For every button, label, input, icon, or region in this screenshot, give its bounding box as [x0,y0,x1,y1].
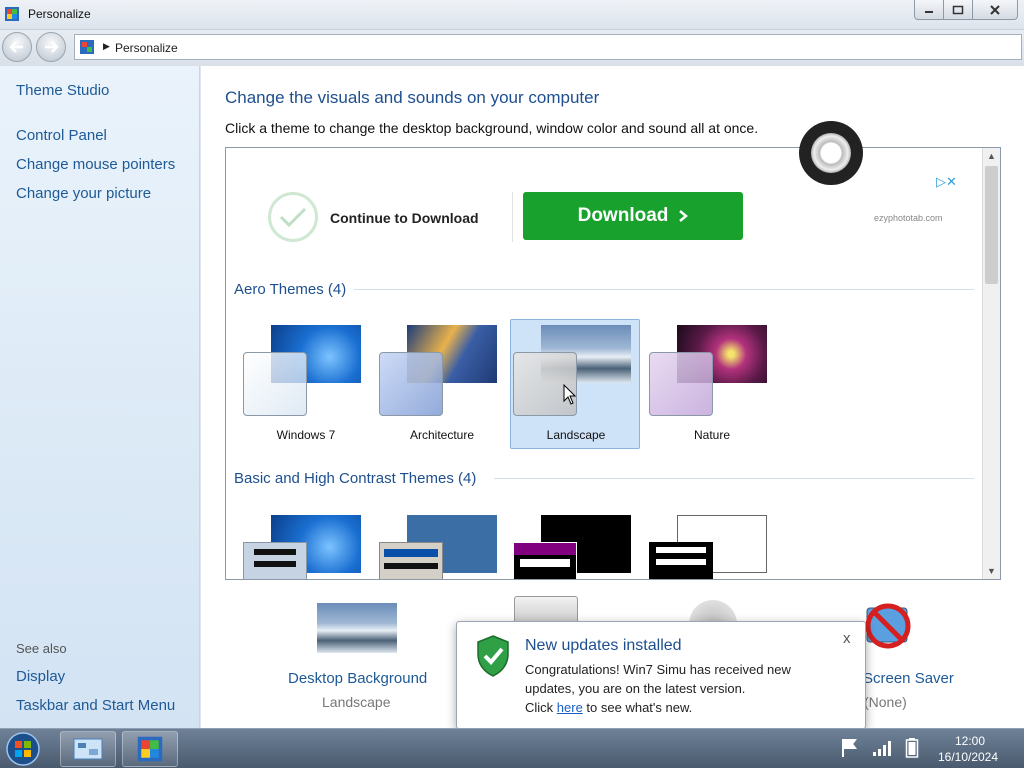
minimize-icon [925,10,933,13]
notification-body-line1: Congratulations! Win7 Simu has received … [525,662,791,677]
control-panel-icon [73,738,103,760]
taskbar-app-personalize[interactable] [122,731,178,767]
navigation-bar: ▶ Personalize [0,30,1024,66]
personalize-app-icon [5,7,19,21]
theme-high-contrast-black[interactable] [510,509,640,579]
sidebar-link-theme-studio[interactable]: Theme Studio [16,82,109,99]
theme-label: Nature [693,428,731,442]
theme-high-contrast-white[interactable] [646,509,776,579]
sidebar-link-control-panel[interactable]: Control Panel [16,127,107,144]
ad-download-button[interactable]: Download [523,192,743,240]
notification-title: New updates installed [525,637,682,654]
window-preview-icon [513,542,577,579]
window-preview-icon [649,352,713,416]
ad-divider [512,192,513,242]
personalize-icon [137,736,163,762]
theme-nature[interactable]: Nature [646,319,776,449]
security-shield-icon [477,635,509,677]
back-button[interactable] [2,32,32,62]
forward-button[interactable] [36,32,66,62]
ad-download-label: Download [577,205,669,226]
network-signal-icon[interactable] [872,739,894,757]
theme-windows-classic[interactable] [376,509,506,579]
page-title: Change the visuals and sounds on your co… [225,88,600,107]
restore-icon [952,5,964,14]
chevron-right-icon [679,210,689,222]
clock-time[interactable]: 12:00 [940,734,1000,748]
theme-windows7-basic[interactable] [240,509,370,579]
close-button[interactable] [972,0,1018,20]
theme-architecture[interactable]: Architecture [376,319,506,449]
aero-themes-title: Aero Themes (4) [234,281,347,298]
minimize-button[interactable] [914,0,944,20]
arrow-left-icon [9,41,23,53]
ad-continue-label[interactable]: Continue to Download [330,210,479,226]
theme-label: Landscape [546,428,606,442]
basic-themes-title: Basic and High Contrast Themes (4) [234,470,477,487]
start-button[interactable] [2,730,44,768]
breadcrumb[interactable]: Personalize [115,41,178,55]
action-center-flag-icon[interactable] [840,737,858,759]
clock-date[interactable]: 16/10/2024 [930,750,1006,764]
window-title: Personalize [28,7,91,21]
check-circle-icon [268,192,318,242]
window-preview-icon [243,352,307,416]
theme-label: Architecture [409,428,475,442]
sidebar-link-mouse-pointers[interactable]: Change mouse pointers [16,156,175,173]
taskbar: 12:00 16/10/2024 [0,728,1024,768]
theme-landscape[interactable]: Landscape [510,319,640,449]
theme-windows7[interactable]: Windows 7 [240,319,370,449]
scroll-thumb[interactable] [985,166,998,284]
notification-body-line3: Click here to see what's new. [525,700,692,715]
page-subtitle: Click a theme to change the desktop back… [225,120,759,136]
see-also-label: See also [16,641,67,656]
scroll-up-icon[interactable]: ▲ [983,148,1000,164]
section-divider [354,289,974,290]
sidebar-link-display[interactable]: Display [16,668,65,685]
screen-saver-value: (None) [864,694,907,710]
battery-icon[interactable] [905,737,919,759]
notification-body-suffix: to see what's new. [582,700,693,715]
window-preview-icon [649,542,713,579]
desktop-background-link[interactable]: Desktop Background [288,670,427,687]
breadcrumb-arrow-icon[interactable]: ▶ [103,41,110,52]
personalize-icon [80,40,94,54]
sidebar: Theme Studio Control Panel Change mouse … [0,66,200,728]
sidebar-link-change-picture[interactable]: Change your picture [16,185,151,202]
window-preview-icon [379,352,443,416]
sidebar-link-taskbar[interactable]: Taskbar and Start Menu [16,697,175,714]
ad-choices-icon[interactable]: ▷✕ [936,174,957,190]
record-indicator-icon [799,121,863,185]
screen-saver-icon [865,603,911,649]
taskbar-app-control-panel[interactable] [60,731,116,767]
desktop-background-thumbnail [317,603,397,653]
desktop-background-value: Landscape [322,694,391,710]
notification-body-prefix: Click [525,700,557,715]
windows-logo-icon [6,732,40,766]
maximize-button[interactable] [943,0,973,20]
notification-here-link[interactable]: here [557,700,583,715]
window-preview-icon [379,542,443,579]
scrollbar[interactable]: ▲ ▼ [982,148,1000,579]
scroll-down-icon[interactable]: ▼ [983,563,1000,579]
advertisement[interactable]: Continue to Download Download ezyphotota… [234,166,974,266]
title-bar: Personalize [0,0,1024,30]
notification-popup[interactable]: New updates installed Congratulations! W… [456,621,866,729]
close-icon [990,4,1000,15]
notification-body-line2: updates, you are on the latest version. [525,681,746,696]
screen-saver-link[interactable]: Screen Saver [863,670,954,687]
ad-site: ezyphototab.com [874,213,943,223]
window-preview-icon [243,542,307,579]
theme-label: Windows 7 [276,428,336,442]
mouse-cursor-icon [563,384,577,405]
arrow-right-icon [45,41,59,53]
section-divider [494,478,974,479]
theme-list[interactable]: Continue to Download Download ezyphotota… [225,147,1001,580]
address-bar[interactable]: ▶ Personalize [74,34,1022,60]
notification-close-button[interactable]: x [843,630,851,647]
